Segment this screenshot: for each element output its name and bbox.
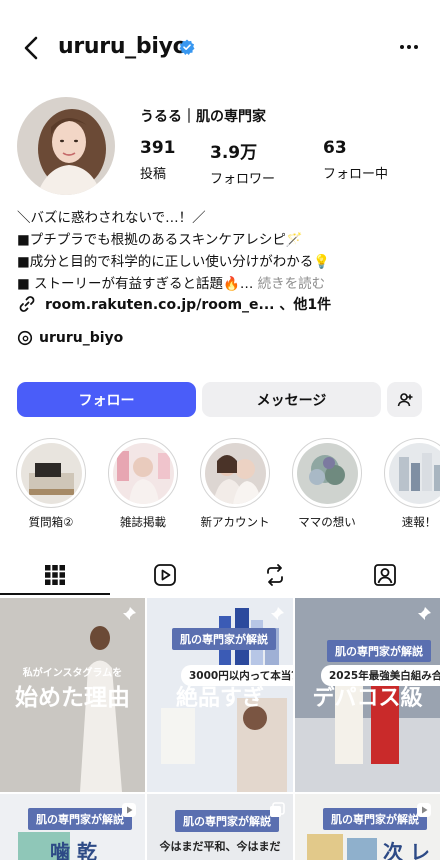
highlight-ring (16, 438, 86, 508)
stat-label: フォロー中 (323, 167, 389, 182)
bio-line-last: ■ ストーリーが有益すぎると話題🔥… 続きを読む (17, 273, 427, 295)
profile-avatar[interactable] (17, 97, 115, 195)
expert-badge: 肌の専門家が解説 (323, 808, 427, 830)
pinned-icon (271, 607, 284, 620)
tab-tagged[interactable] (330, 555, 440, 595)
highlight-cover (112, 442, 174, 504)
bio-line: ＼バズに惑わされないで…！／ (17, 210, 206, 226)
see-more-link[interactable]: 続きを読む (258, 276, 326, 292)
story-highlight[interactable]: 雑誌掲載 (106, 438, 180, 530)
content-tabs (0, 555, 440, 595)
stat-label: フォロワー (210, 172, 276, 187)
link-text: room.rakuten.co.jp/room_e... 、他1件 (45, 297, 332, 313)
post-thumbnail[interactable]: 私がインスタグラムを 始めた理由 (0, 598, 145, 792)
highlight-ring (108, 438, 178, 508)
story-highlight[interactable]: ママの想い (290, 438, 364, 530)
threads-badge[interactable]: ururu_biyo (17, 327, 123, 349)
story-highlight[interactable]: 速報！ (382, 438, 440, 530)
bio-line: ■ ストーリーが有益すぎると話題🔥… (17, 276, 254, 292)
tab-posts-grid[interactable] (0, 555, 110, 595)
stat-label: 投稿 (140, 167, 167, 182)
post-caption-big: 絶品すぎ (175, 686, 264, 711)
post-thumbnail[interactable]: 肌の専門家が解説 噛 乾 (0, 794, 145, 860)
pinned-icon (418, 607, 431, 620)
bio-line: ■成分と目的で科学的に正しい使い分けがわかる💡 (17, 254, 331, 270)
threads-icon (17, 330, 33, 346)
post-thumbnail[interactable]: 肌の専門家が解説 次 レ (295, 794, 440, 860)
expert-badge: 肌の専門家が解説 (172, 628, 276, 650)
stat-following[interactable]: 63 フォロー中 (323, 138, 388, 182)
highlight-label: 速報！ (401, 515, 437, 529)
expert-badge: 肌の専門家が解説 (28, 808, 132, 830)
post-caption-small: 私がインスタグラムを (22, 668, 123, 679)
posts-grid: 私がインスタグラムを 始めた理由 肌の専門家が解説 3000円以内って本当？ 絶… (0, 598, 440, 860)
highlight-ring (200, 438, 270, 508)
add-person-icon (397, 392, 412, 406)
expert-badge: 肌の専門家が解説 (327, 640, 431, 662)
reels-play-icon (154, 564, 176, 586)
profile-username: ururu_biyo (58, 34, 188, 59)
highlight-label: ママの想い (298, 515, 356, 529)
tab-reels[interactable] (110, 555, 220, 595)
highlight-cover (296, 442, 358, 504)
back-arrow-icon[interactable] (18, 34, 46, 62)
stat-followers[interactable]: 3.9万 フォロワー (210, 138, 275, 187)
threads-handle: ururu_biyo (39, 330, 124, 346)
highlight-label: 新アカウント (200, 515, 270, 529)
link-icon (19, 296, 35, 312)
message-button[interactable]: メッセージ (202, 382, 381, 417)
more-options-icon[interactable] (398, 36, 420, 58)
stat-value: 3.9万 (210, 143, 258, 163)
pinned-icon (123, 607, 136, 620)
post-caption-small: 今はまだ平和、今はまだ (159, 840, 281, 853)
highlight-label: 雑誌掲載 (120, 515, 166, 529)
post-thumbnail[interactable]: 肌の専門家が解説 3000円以内って本当？ 絶品すぎ (147, 598, 293, 792)
stat-value: 63 (323, 138, 347, 158)
tab-reposts[interactable] (220, 555, 330, 595)
post-thumbnail[interactable]: 肌の専門家が解説 2025年最強美白組み合わせ デパコス級 (295, 598, 440, 792)
story-highlight[interactable]: 新アカウント (198, 438, 272, 530)
suggested-accounts-button[interactable] (387, 382, 422, 417)
reel-icon (417, 803, 431, 817)
post-thumbnail[interactable]: 肌の専門家が解説 今はまだ平和、今はまだ (147, 794, 293, 860)
highlight-cover (204, 442, 266, 504)
tagged-person-icon (374, 564, 396, 586)
profile-display-name: うるる｜肌の専門家 (140, 109, 266, 125)
repost-icon (267, 564, 283, 586)
highlight-ring (292, 438, 362, 508)
stat-posts[interactable]: 391 投稿 (140, 138, 176, 182)
active-tab-indicator (0, 593, 110, 595)
profile-header: ururu_biyo (0, 0, 440, 92)
highlight-label: 質問箱② (28, 515, 74, 529)
bio-line: ■プチプラでも根拠のあるスキンケアレシピ🪄 (17, 232, 303, 248)
verified-badge-icon (179, 39, 195, 55)
profile-bio: ＼バズに惑わされないで…！／ ■プチプラでも根拠のあるスキンケアレシピ🪄 ■成分… (17, 207, 427, 295)
grid-icon (45, 565, 65, 585)
post-caption-big: 噛 乾 (50, 840, 97, 860)
highlight-cover (20, 442, 82, 504)
external-link[interactable]: room.rakuten.co.jp/room_e... 、他1件 (17, 293, 331, 315)
post-caption-big: デパコス級 (312, 686, 423, 711)
expert-badge: 肌の専門家が解説 (175, 810, 279, 832)
follow-button[interactable]: フォロー (17, 382, 196, 417)
post-caption-big: 次 レ (383, 840, 430, 860)
highlight-ring (384, 438, 440, 508)
story-highlight[interactable]: 質問箱② (14, 438, 88, 530)
reel-icon (122, 803, 136, 817)
carousel-icon (270, 802, 285, 817)
post-caption-big: 始めた理由 (15, 685, 130, 711)
highlight-cover (388, 442, 440, 504)
stat-value: 391 (140, 138, 176, 158)
